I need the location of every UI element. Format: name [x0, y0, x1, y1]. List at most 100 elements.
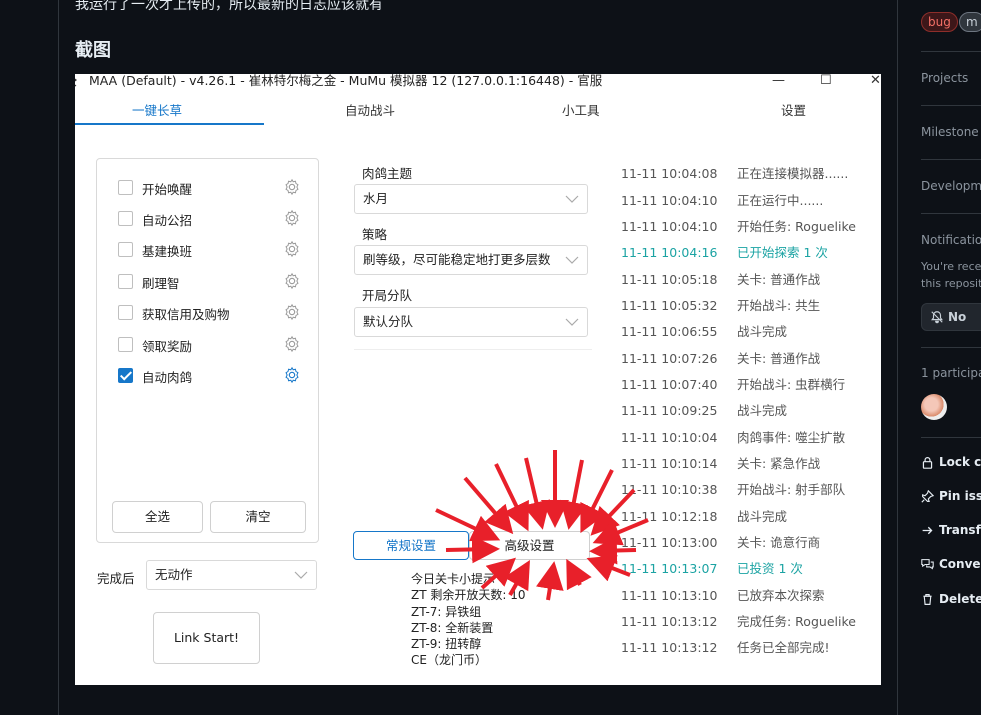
gear-icon[interactable]	[283, 303, 301, 321]
gear-icon[interactable]	[283, 240, 301, 258]
log-time: 11-11 10:12:18	[621, 509, 718, 524]
sidebar-divider	[897, 0, 898, 715]
pin-icon	[921, 489, 934, 503]
stage-tip-line: ZT-9: 扭转醇	[411, 637, 482, 652]
notifications-button-label: No	[948, 310, 967, 324]
notifications-button[interactable]: No	[921, 303, 981, 331]
task-label: 开始唤醒	[142, 182, 193, 197]
sidebar-separator	[921, 51, 981, 52]
log-time: 11-11 10:09:25	[621, 403, 718, 418]
chevron-down-icon	[565, 318, 579, 326]
page-left-border	[58, 0, 59, 715]
task-item-award[interactable]: 领取奖励	[118, 335, 308, 355]
tab-tools[interactable]: 小工具	[562, 100, 600, 119]
task-label: 刷理智	[142, 276, 180, 291]
sidebar-separator	[921, 159, 981, 160]
log-time: 11-11 10:04:10	[621, 193, 718, 208]
log-text: 正在连接模拟器......	[737, 166, 849, 181]
chevron-down-icon	[565, 195, 579, 203]
task-checkbox[interactable]	[118, 180, 133, 195]
log-row: 11-11 10:04:16 已开始探索 1 次	[621, 242, 828, 260]
log-text: 关卡: 普通作战	[737, 272, 821, 287]
task-checkbox-checked[interactable]	[118, 368, 133, 383]
complete-after-select[interactable]: 无动作	[146, 560, 317, 590]
normal-settings-tab[interactable]: 常规设置	[353, 531, 469, 560]
task-checkbox[interactable]	[118, 337, 133, 352]
link-start-button[interactable]: Link Start!	[153, 612, 260, 664]
avatar[interactable]	[921, 394, 947, 420]
strategy-value: 刷等级，尽可能稳定地打更多层数	[363, 252, 551, 267]
log-row: 11-11 10:06:55 战斗完成	[621, 321, 787, 339]
log-text: 关卡: 诡意行商	[737, 535, 821, 550]
log-text: 开始战斗: 射手部队	[737, 482, 846, 497]
log-row: 11-11 10:04:08 正在连接模拟器......	[621, 163, 848, 181]
log-time: 11-11 10:10:14	[621, 456, 718, 471]
gear-icon[interactable]	[283, 335, 301, 353]
log-time: 11-11 10:04:08	[621, 166, 718, 181]
sidebar-milestone[interactable]: Milestone	[921, 125, 979, 139]
theme-select[interactable]: 水月	[354, 184, 588, 214]
task-label: 自动公招	[142, 213, 193, 228]
task-item-mall[interactable]: 获取信用及购物	[118, 303, 308, 323]
task-checkbox[interactable]	[118, 274, 133, 289]
advanced-settings-tab[interactable]: 高级设置	[469, 531, 590, 560]
convert-to-discussion-action[interactable]: Conver	[921, 557, 981, 571]
sidebar-notifications: Notificatio	[921, 233, 981, 247]
minimize-button[interactable]: —	[772, 74, 785, 88]
comment-heading: 截图	[75, 40, 111, 61]
log-text: 已投资 1 次	[737, 561, 803, 576]
task-item-roguelike[interactable]: 自动肉鸽	[118, 366, 308, 386]
log-text: 肉鸽事件: 噬尘扩散	[737, 430, 846, 445]
log-text: 开始任务: Roguelike	[737, 219, 856, 234]
task-item-recruit[interactable]: 自动公招	[118, 209, 308, 229]
chevron-down-icon	[565, 256, 579, 264]
maximize-button[interactable]: ☐	[820, 74, 832, 88]
complete-after-value: 无动作	[155, 567, 193, 582]
gear-icon[interactable]	[283, 366, 301, 384]
label-badge-m[interactable]: m	[959, 12, 981, 32]
log-row: 11-11 10:09:25 战斗完成	[621, 400, 787, 418]
tab-settings[interactable]: 设置	[781, 100, 806, 119]
lock-conversation-action[interactable]: Lock co	[921, 455, 981, 469]
gear-icon[interactable]	[283, 272, 301, 290]
log-row: 11-11 10:07:26 关卡: 普通作战	[621, 348, 820, 366]
task-item-infrast[interactable]: 基建换班	[118, 240, 308, 260]
log-text: 战斗完成	[737, 324, 788, 339]
log-row: 11-11 10:04:10 正在运行中......	[621, 190, 823, 208]
squad-select[interactable]: 默认分队	[354, 307, 588, 337]
task-item-fight[interactable]: 刷理智	[118, 272, 308, 292]
transfer-issue-action[interactable]: Transfe	[921, 523, 981, 537]
sidebar-projects[interactable]: Projects	[921, 71, 968, 85]
tab-farming[interactable]: 一键长草	[132, 100, 182, 119]
sidebar-development[interactable]: Developme	[921, 179, 981, 193]
complete-after-label: 完成后	[97, 571, 135, 586]
log-time: 11-11 10:13:12	[621, 614, 718, 629]
log-row: 11-11 10:07:40 开始战斗: 虫群横行	[621, 374, 845, 392]
strategy-label: 策略	[362, 227, 388, 242]
log-time: 11-11 10:07:40	[621, 377, 718, 392]
label-badge-bug[interactable]: bug	[921, 12, 958, 32]
log-time: 11-11 10:05:18	[621, 272, 718, 287]
task-checkbox[interactable]	[118, 305, 133, 320]
comment-text: 我运行了一次才上传的，所以最新的日志应该就有	[75, 0, 383, 13]
clear-button[interactable]: 清空	[210, 501, 306, 533]
tab-auto-battle[interactable]: 自动战斗	[345, 100, 395, 119]
pin-issue-action[interactable]: Pin issu	[921, 489, 981, 503]
theme-value: 水月	[363, 191, 389, 206]
log-text: 完成任务: Roguelike	[737, 614, 856, 629]
delete-issue-action[interactable]: Delete i	[921, 592, 981, 606]
select-all-button[interactable]: 全选	[112, 501, 203, 533]
task-label: 获取信用及购物	[142, 307, 230, 322]
task-checkbox[interactable]	[118, 242, 133, 257]
log-row: 11-11 10:04:10 开始任务: Roguelike	[621, 216, 856, 234]
task-item-wakeup[interactable]: 开始唤醒	[118, 178, 308, 198]
strategy-select[interactable]: 刷等级，尽可能稳定地打更多层数	[354, 245, 588, 275]
gear-icon[interactable]	[283, 178, 301, 196]
log-time: 11-11 10:13:12	[621, 640, 718, 655]
log-time: 11-11 10:13:07	[621, 561, 718, 576]
log-row: 11-11 10:13:10 已放弃本次探索	[621, 585, 825, 603]
bell-slash-icon	[931, 311, 943, 324]
task-checkbox[interactable]	[118, 211, 133, 226]
gear-icon[interactable]	[283, 209, 301, 227]
close-button[interactable]: ✕	[870, 74, 881, 88]
